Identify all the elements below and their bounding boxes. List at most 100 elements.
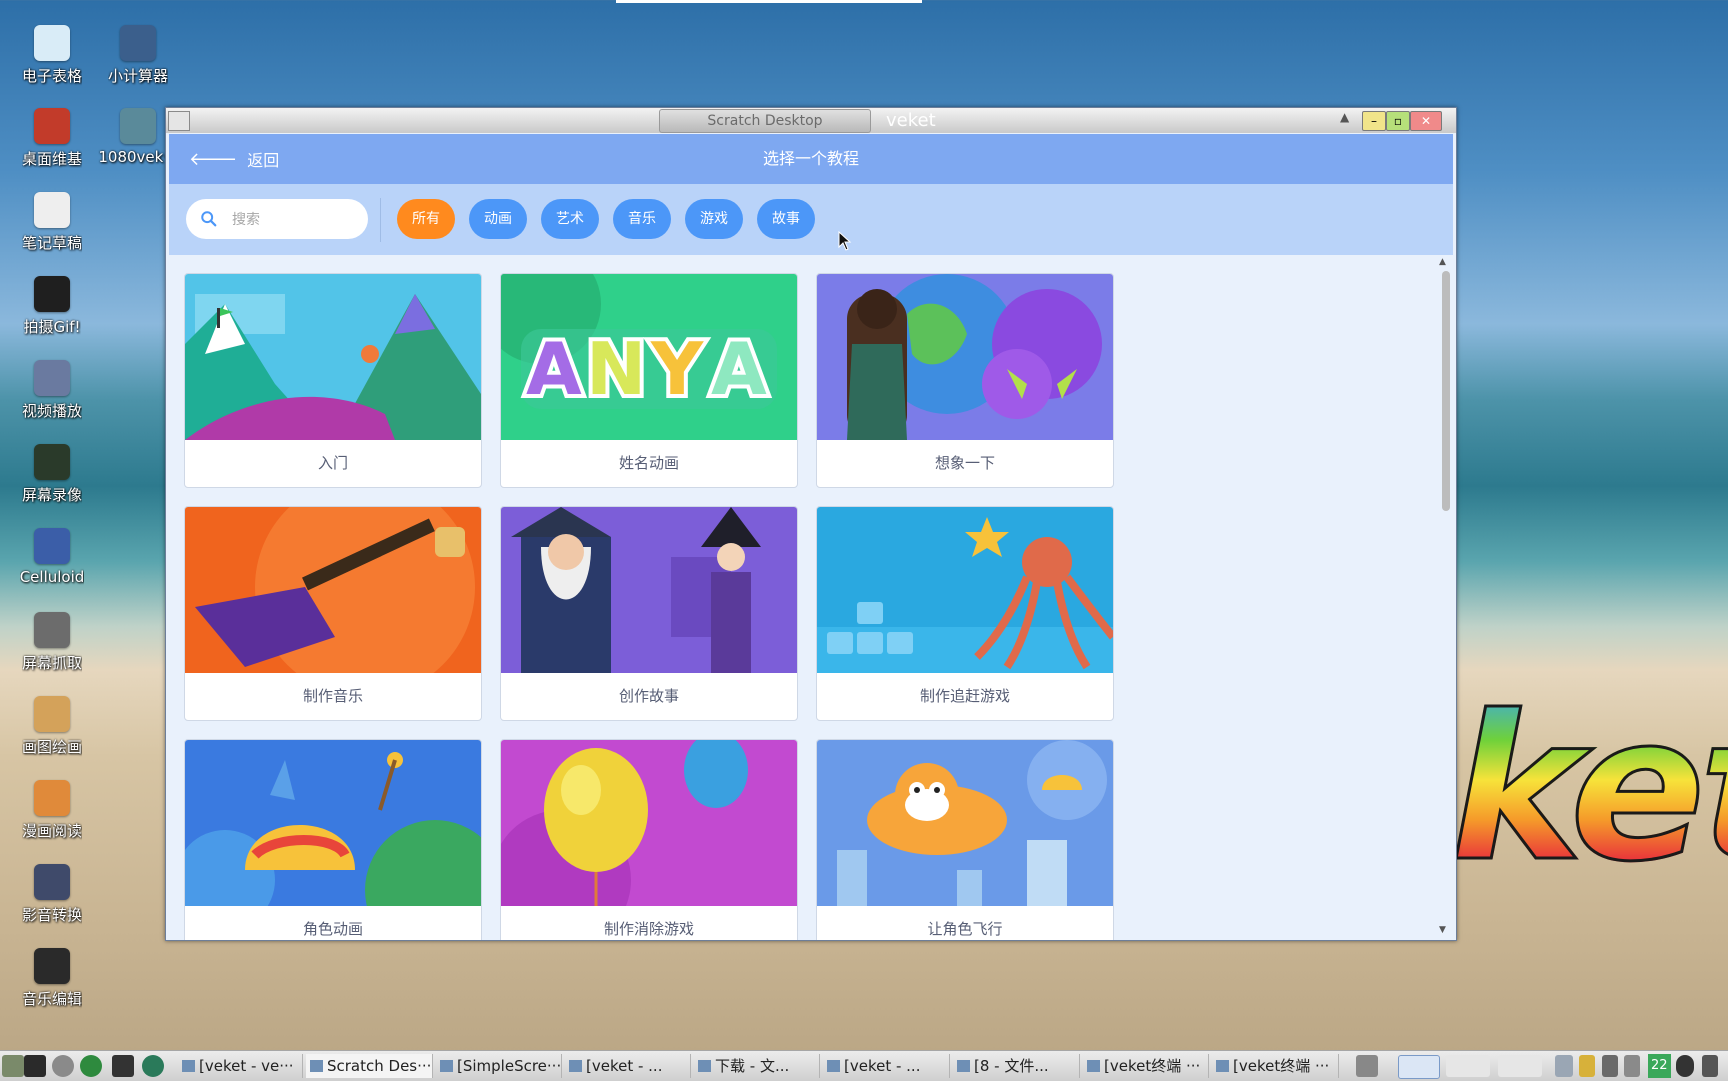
- taskbar-task[interactable]: [veket - ...: [565, 1054, 691, 1078]
- tutorial-thumbnail: [185, 274, 481, 440]
- filter-chip[interactable]: 音乐: [613, 199, 671, 239]
- keyboard-icon[interactable]: [1555, 1055, 1573, 1077]
- desktop-icon-label: 视频播放: [21, 402, 82, 420]
- tutorial-thumbnail: [185, 507, 481, 673]
- tutorial-title: 姓名动画: [618, 454, 679, 472]
- browser-icon[interactable]: [142, 1055, 164, 1077]
- tutorial-card[interactable]: 创作故事: [500, 506, 798, 721]
- tutorial-title: 创作故事: [618, 687, 679, 705]
- desktop-icon[interactable]: 屏幕抓取: [10, 612, 94, 673]
- desktop-icon[interactable]: 影音转换: [10, 864, 94, 925]
- desktop-icon[interactable]: 笔记草稿: [10, 192, 94, 253]
- back-label: 返回: [247, 151, 280, 170]
- tutorial-card[interactable]: 想象一下: [816, 273, 1114, 488]
- task-label: Scratch Des···: [327, 1057, 432, 1075]
- comic-icon: [34, 780, 70, 816]
- filter-chip[interactable]: 动画: [469, 199, 527, 239]
- tutorial-title: 想象一下: [934, 454, 995, 472]
- tutorial-title: 让角色飞行: [927, 920, 1003, 938]
- window-icon: [569, 1060, 582, 1072]
- desktop-icon-label: Celluloid: [19, 568, 85, 586]
- taskbar-task[interactable]: [veket - ...: [823, 1054, 950, 1078]
- desktop-icon[interactable]: 小计算器: [96, 25, 180, 86]
- title-bar[interactable]: Scratch Desktop veket ▲ – ▫ ✕: [166, 108, 1456, 133]
- tutorial-grid: 入门 A N Y A 姓名动画 想象一下 制作音乐 创作故事 制作追赶游戏 角色动画 制作消除游戏 让角…: [169, 255, 1453, 940]
- tutorial-thumbnail: [817, 274, 1113, 440]
- taskbar-task[interactable]: Scratch Des···: [306, 1054, 433, 1078]
- storage-icon[interactable]: [1579, 1055, 1595, 1077]
- search-icon: [201, 211, 217, 227]
- calculator-icon: [120, 25, 156, 61]
- minimize-button[interactable]: –: [1362, 111, 1386, 131]
- desktop-icon[interactable]: 拍摄Gif!: [10, 276, 94, 337]
- network-icon[interactable]: [1602, 1055, 1618, 1077]
- task-label: [veket终端 ···: [1233, 1057, 1330, 1075]
- taskbar-task[interactable]: 下载 - 文...: [694, 1054, 820, 1078]
- spreadsheet-icon: [34, 25, 70, 61]
- stay-on-top-icon[interactable]: ▲: [1340, 110, 1349, 124]
- tutorial-card[interactable]: 角色动画: [184, 739, 482, 940]
- tutorial-card[interactable]: A N Y A 姓名动画: [500, 273, 798, 488]
- terminal-icon[interactable]: [112, 1055, 134, 1077]
- tutorial-thumbnail: [501, 740, 797, 906]
- svg-text:A: A: [711, 327, 767, 411]
- desktop-icon[interactable]: 视频播放: [10, 360, 94, 421]
- scrollbar-thumb[interactable]: [1442, 271, 1450, 511]
- tutorial-card[interactable]: 制作音乐: [184, 506, 482, 721]
- tutorial-card[interactable]: 制作消除游戏: [500, 739, 798, 940]
- desktop-switcher-1[interactable]: [1398, 1055, 1440, 1079]
- paint-icon: [34, 696, 70, 732]
- desktop-icon[interactable]: Celluloid: [10, 528, 94, 586]
- settings-icon[interactable]: [52, 1055, 74, 1077]
- task-label: [SimpleScre···: [457, 1057, 562, 1075]
- volume-icon[interactable]: [1624, 1055, 1640, 1077]
- system-monitor-icon[interactable]: [24, 1055, 46, 1077]
- desktop-icon[interactable]: 桌面维基: [10, 108, 94, 169]
- taskbar-task[interactable]: [SimpleScre···: [436, 1054, 562, 1078]
- scroll-up-arrow[interactable]: ▲: [1439, 257, 1446, 267]
- camera-icon: [34, 276, 70, 312]
- clock-icon[interactable]: [1676, 1055, 1694, 1077]
- veket-logo: ket: [1448, 688, 1728, 891]
- desktop-icon-label: 桌面维基: [21, 150, 82, 168]
- desktop-icon[interactable]: 屏幕录像: [10, 444, 94, 505]
- desktop-switcher-3[interactable]: [1498, 1055, 1542, 1077]
- maximize-button[interactable]: ▫: [1386, 111, 1410, 131]
- search-input[interactable]: 搜索: [186, 199, 368, 239]
- window-tab[interactable]: Scratch Desktop: [659, 109, 871, 133]
- tutorial-card[interactable]: 制作追赶游戏: [816, 506, 1114, 721]
- taskbar-task[interactable]: [veket终端 ···: [1083, 1054, 1209, 1078]
- scroll-down-arrow[interactable]: ▼: [1439, 925, 1446, 935]
- filter-chip[interactable]: 所有: [397, 199, 455, 239]
- desktop-icon-label: 影音转换: [21, 906, 82, 924]
- close-button[interactable]: ✕: [1410, 111, 1442, 131]
- task-label: [8 - 文件...: [974, 1057, 1049, 1075]
- clipboard-icon[interactable]: [1702, 1055, 1718, 1077]
- desktop-icon-label: 漫画阅读: [21, 822, 82, 840]
- filter-chip[interactable]: 艺术: [541, 199, 599, 239]
- desktop-icon[interactable]: 画图绘画: [10, 696, 94, 757]
- tutorial-card[interactable]: 让角色飞行: [816, 739, 1114, 940]
- window-menu-button[interactable]: [168, 111, 190, 131]
- search-placeholder: 搜索: [232, 212, 260, 228]
- start-menu-icon[interactable]: [2, 1055, 24, 1077]
- tutorial-card[interactable]: 入门: [184, 273, 482, 488]
- tutorial-title: 角色动画: [302, 920, 363, 938]
- taskbar-task[interactable]: [veket终端 ···: [1212, 1054, 1339, 1078]
- desktop-icon[interactable]: 音乐编辑: [10, 948, 94, 1009]
- tray-number-badge[interactable]: 22: [1648, 1054, 1671, 1078]
- arrow-left-icon: 🡐: [189, 148, 238, 170]
- scratch-window: Scratch Desktop veket ▲ – ▫ ✕ 选择一个教程 🡐 返…: [165, 107, 1457, 941]
- desktop-switcher-2[interactable]: [1446, 1055, 1490, 1077]
- filter-chip[interactable]: 游戏: [685, 199, 743, 239]
- filter-chip[interactable]: 故事: [757, 199, 815, 239]
- tutorial-thumbnail: [501, 507, 797, 673]
- taskbar-task[interactable]: [veket - ve···: [178, 1054, 303, 1078]
- back-button[interactable]: 🡐 返回: [189, 134, 279, 184]
- media-play-icon[interactable]: [80, 1055, 102, 1077]
- taskbar-task[interactable]: [8 - 文件...: [953, 1054, 1080, 1078]
- desktop-icon[interactable]: 漫画阅读: [10, 780, 94, 841]
- celluloid-icon: [34, 528, 70, 564]
- desktop-icon[interactable]: 电子表格: [10, 25, 94, 86]
- screenshot-tray-icon[interactable]: [1356, 1055, 1378, 1077]
